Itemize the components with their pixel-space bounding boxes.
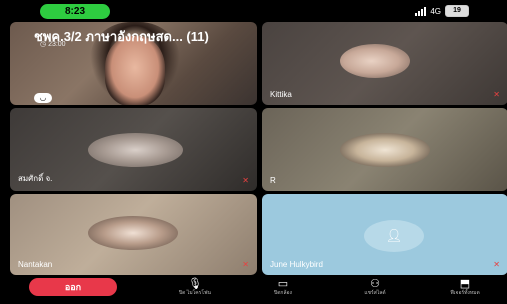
muted-mic-icon: ✕ bbox=[242, 260, 249, 269]
video-tile[interactable]: สมศักดิ์ จ. ✕ bbox=[10, 108, 257, 191]
leave-button[interactable]: ออก bbox=[29, 278, 117, 296]
reaction-icon[interactable]: ◡ bbox=[34, 93, 52, 103]
network-type: 4G bbox=[430, 6, 441, 16]
muted-mic-icon: ✕ bbox=[493, 260, 500, 269]
participant-name: Kittika bbox=[270, 90, 292, 99]
avatar bbox=[340, 44, 410, 78]
participant-name: R bbox=[270, 176, 276, 185]
camera-icon: ▭ bbox=[277, 278, 289, 290]
share-button[interactable]: ⬒ ฟีเจอร์ทั้งหมด bbox=[440, 278, 490, 297]
avatar bbox=[88, 133, 183, 167]
control-label: แชร์สไลด์ bbox=[364, 290, 386, 296]
battery-icon: 19 bbox=[445, 5, 469, 17]
muted-mic-icon: ✕ bbox=[242, 176, 249, 185]
person-placeholder-icon: 👤︎ bbox=[364, 220, 424, 252]
signal-icon bbox=[415, 6, 427, 16]
control-label: ปิด ไมโครโฟน bbox=[179, 290, 211, 296]
video-tile[interactable]: R bbox=[262, 108, 507, 191]
control-label: ฟีเจอร์ทั้งหมด bbox=[450, 290, 480, 296]
control-label: ปิดกล้อง bbox=[274, 290, 292, 296]
status-indicators: 4G 19 bbox=[415, 5, 469, 17]
mic-icon: 🎙︎ bbox=[188, 278, 202, 290]
video-call-screen: 8:23 4G 19 ชพค.3/2 ภาษาอังกฤษสด... (11) … bbox=[0, 0, 507, 304]
mic-toggle-button[interactable]: 🎙︎ ปิด ไมโครโฟน bbox=[170, 278, 220, 297]
participant-name: June Hulkybird bbox=[270, 260, 323, 269]
participants-icon: ⚇ bbox=[370, 278, 380, 290]
meeting-elapsed: ◷ 23:00 bbox=[40, 41, 66, 48]
status-time: 8:23 bbox=[40, 4, 110, 19]
elapsed-time: 23:00 bbox=[48, 41, 66, 48]
participant-name: Nantakan bbox=[18, 260, 53, 269]
camera-toggle-button[interactable]: ▭ ปิดกล้อง bbox=[258, 278, 308, 297]
muted-mic-icon: ✕ bbox=[493, 90, 500, 99]
video-tile[interactable]: Nantakan ✕ bbox=[10, 194, 257, 275]
participants-button[interactable]: ⚇ แชร์สไลด์ bbox=[350, 278, 400, 297]
share-icon: ⬒ bbox=[459, 278, 471, 290]
avatar bbox=[340, 133, 430, 167]
avatar bbox=[88, 216, 178, 250]
status-bar: 8:23 4G 19 bbox=[0, 0, 507, 22]
participant-name: สมศักดิ์ จ. bbox=[18, 174, 53, 183]
video-tile[interactable]: Kittika ✕ bbox=[262, 22, 507, 105]
